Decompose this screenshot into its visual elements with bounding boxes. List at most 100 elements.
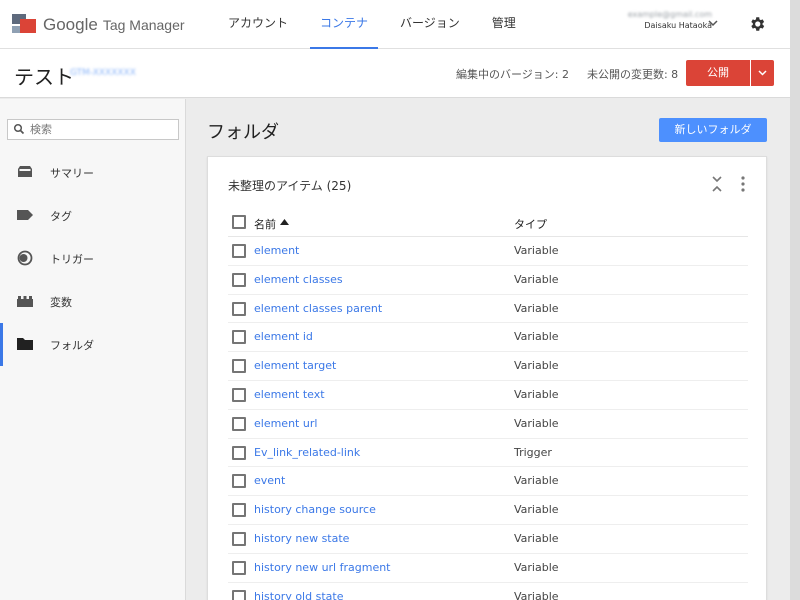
trigger-icon: [17, 250, 33, 266]
row-checkbox[interactable]: [232, 272, 246, 287]
table-row: element classes parent Variable: [228, 295, 748, 324]
item-name-link[interactable]: event: [254, 474, 285, 487]
sidebar-item-triggers[interactable]: トリガー: [0, 237, 186, 280]
table-row: history new url fragment Variable: [228, 554, 748, 583]
item-type: Variable: [514, 474, 559, 488]
item-name-link[interactable]: element classes parent: [254, 302, 382, 315]
row-checkbox[interactable]: [232, 503, 246, 518]
sidebar-item-tags[interactable]: タグ: [0, 194, 186, 237]
brand-google: Google: [43, 15, 98, 34]
nav-versions[interactable]: バージョン: [390, 0, 470, 49]
item-name-link[interactable]: history new state: [254, 532, 349, 545]
search-input[interactable]: [30, 121, 175, 138]
table-row: element Variable: [228, 237, 748, 266]
more-vert-icon[interactable]: [738, 175, 748, 193]
top-bar: Google Tag Manager アカウント コンテナ バージョン 管理 ex…: [0, 0, 800, 49]
variables-icon: [17, 296, 33, 307]
sidebar-item-folders[interactable]: フォルダ: [0, 323, 186, 366]
container-name[interactable]: テスト: [14, 61, 74, 90]
item-type: Trigger: [514, 445, 552, 459]
nav-container[interactable]: コンテナ: [310, 0, 379, 49]
table-row: history change source Variable: [228, 496, 748, 525]
item-type: Variable: [514, 531, 559, 545]
item-type: Variable: [514, 387, 559, 401]
collapse-icon[interactable]: [710, 175, 724, 193]
unfiled-items-card: 未整理のアイテム (25) 名前 タイプ element Variable el…: [207, 156, 767, 600]
tag-icon: [17, 210, 33, 220]
summary-icon: [18, 166, 32, 177]
page-scrollbar[interactable]: [790, 0, 800, 600]
row-checkbox[interactable]: [232, 244, 246, 258]
table-row: element id Variable: [228, 323, 748, 353]
row-checkbox[interactable]: [232, 589, 246, 600]
item-type: Variable: [514, 272, 559, 286]
table-row: element text Variable: [228, 381, 748, 410]
item-type: Variable: [514, 359, 559, 373]
gtm-logo[interactable]: [12, 14, 36, 34]
sidebar-item-summary[interactable]: サマリー: [0, 151, 186, 194]
gear-icon[interactable]: [748, 15, 766, 33]
row-checkbox[interactable]: [232, 560, 246, 575]
select-all-checkbox[interactable]: [232, 215, 246, 229]
container-header: テスト GTM-XXXXXXX 編集中のバージョン: 2 未公開の変更数: 8 公…: [0, 49, 790, 98]
table-row: element classes Variable: [228, 266, 748, 295]
item-type: Variable: [514, 301, 559, 315]
row-checkbox[interactable]: [232, 359, 246, 374]
column-type-header[interactable]: タイプ: [514, 216, 547, 232]
item-name-link[interactable]: history change source: [254, 503, 376, 516]
publish-dropdown-button[interactable]: [751, 60, 774, 86]
nav-account[interactable]: アカウント: [218, 0, 298, 49]
brand-product: Tag Manager: [102, 17, 185, 33]
item-name-link[interactable]: history old state: [254, 590, 343, 600]
sidebar-item-variables[interactable]: 変数: [0, 280, 186, 323]
publish-button[interactable]: 公開: [686, 60, 750, 86]
unpublished-changes[interactable]: 未公開の変更数: 8: [587, 68, 678, 81]
table-row: event Variable: [228, 467, 748, 497]
item-name-link[interactable]: element: [254, 244, 299, 257]
chevron-down-icon: [758, 70, 767, 76]
sidebar-item-label: フォルダ: [50, 339, 94, 352]
item-name-link[interactable]: element target: [254, 359, 336, 372]
editing-version: 編集中のバージョン: 2: [456, 68, 569, 81]
row-checkbox[interactable]: [232, 301, 246, 316]
item-type: Variable: [514, 503, 559, 517]
sidebar-item-label: トリガー: [50, 253, 94, 266]
chevron-down-icon[interactable]: [706, 16, 720, 30]
nav-admin[interactable]: 管理: [482, 0, 526, 49]
row-checkbox[interactable]: [232, 387, 246, 402]
sidebar-item-label: タグ: [50, 210, 72, 223]
container-id[interactable]: GTM-XXXXXXX: [70, 68, 136, 78]
account-email: example@gmail.com: [627, 10, 712, 19]
table-row: element url Variable: [228, 410, 748, 439]
account-switcher[interactable]: example@gmail.com Daisaku Hataoka: [612, 10, 712, 30]
sidebar-item-label: サマリー: [50, 167, 94, 180]
column-name-header[interactable]: 名前: [254, 216, 276, 232]
item-type: Variable: [514, 589, 559, 600]
table-header: 名前 タイプ: [228, 209, 748, 237]
sort-ascending-icon[interactable]: [280, 219, 289, 225]
new-folder-button[interactable]: 新しいフォルダ: [659, 118, 767, 142]
item-name-link[interactable]: element classes: [254, 273, 343, 286]
page-title: フォルダ: [207, 122, 279, 143]
row-checkbox[interactable]: [232, 474, 246, 489]
row-checkbox[interactable]: [232, 445, 246, 460]
row-checkbox[interactable]: [232, 416, 246, 431]
items-table-body: element Variable element classes Variabl…: [228, 237, 748, 600]
item-type: Variable: [514, 560, 559, 574]
table-row: history old state Variable: [228, 583, 748, 600]
item-name-link[interactable]: element url: [254, 417, 317, 430]
item-name-link[interactable]: element id: [254, 330, 313, 343]
search-icon: [13, 123, 25, 135]
item-name-link[interactable]: history new url fragment: [254, 561, 391, 574]
top-nav: アカウント コンテナ バージョン 管理: [218, 0, 538, 49]
item-type: Variable: [514, 244, 559, 257]
row-checkbox[interactable]: [232, 330, 246, 345]
item-name-link[interactable]: element text: [254, 388, 325, 401]
folder-icon: [17, 338, 33, 350]
container-stats: 編集中のバージョン: 2 未公開の変更数: 8: [456, 66, 696, 82]
sidebar-search: [7, 119, 179, 140]
row-checkbox[interactable]: [232, 531, 246, 546]
item-name-link[interactable]: Ev_link_related-link: [254, 446, 360, 459]
table-row: history new state Variable: [228, 525, 748, 554]
table-row: Ev_link_related-link Trigger: [228, 439, 748, 468]
